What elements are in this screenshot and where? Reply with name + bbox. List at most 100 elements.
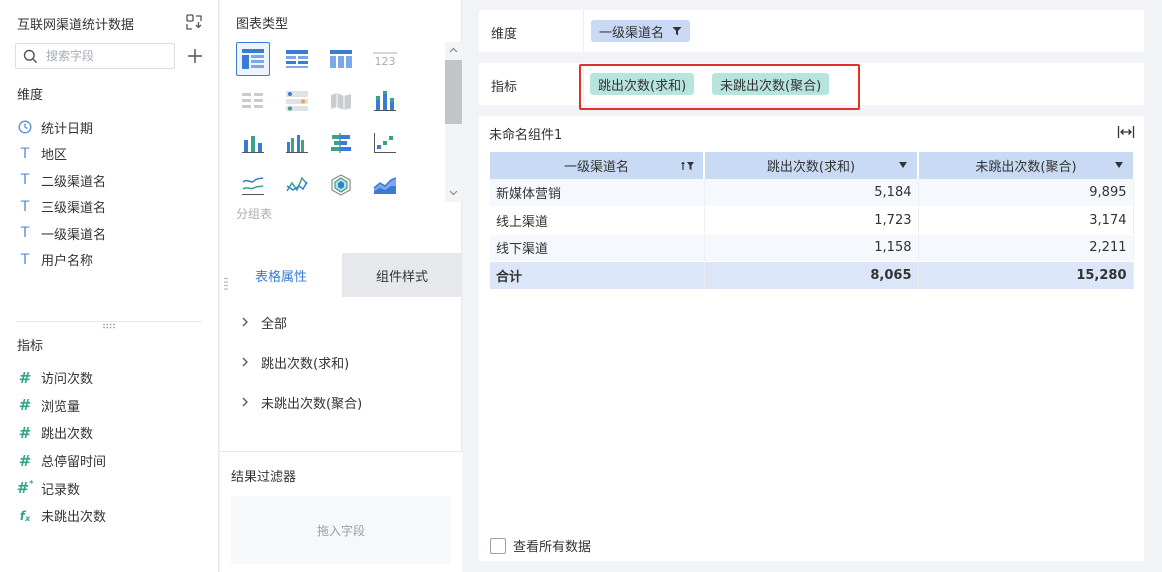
dimension-field-item[interactable]: T 一级渠道名 xyxy=(17,220,106,247)
table-row[interactable]: 线上渠道 1,723 3,174 xyxy=(490,206,1134,235)
cell-channel: 线下渠道 xyxy=(490,234,705,262)
dot-matrix-icon[interactable] xyxy=(280,84,314,118)
detail-table-icon[interactable] xyxy=(280,42,314,76)
data-table: 一级渠道名 跳出次数(求和) 未跳出次数(聚合) 新媒体营销 5,184 9,8… xyxy=(490,152,1134,290)
measure-field-item[interactable]: f x 未跳出次数 xyxy=(17,502,106,530)
table-row[interactable]: 新媒体营销 5,184 9,895 xyxy=(490,179,1134,207)
column-chart-icon[interactable] xyxy=(236,126,270,160)
text-field-icon: T xyxy=(20,172,30,189)
search-icon xyxy=(23,49,38,64)
checkbox-box[interactable] xyxy=(490,537,506,554)
widget-title[interactable]: 未命名组件1 xyxy=(489,124,562,143)
dimension-field-item[interactable]: 统计日期 xyxy=(17,114,106,141)
tab-table-properties[interactable]: 表格属性 xyxy=(220,253,342,297)
property-label: 全部 xyxy=(261,316,288,332)
sort-filter-icon[interactable] xyxy=(680,161,694,171)
cell-no-bounce: 9,895 xyxy=(918,179,1134,207)
hexagon-chart-icon[interactable] xyxy=(324,168,358,202)
field-label: 地区 xyxy=(41,148,68,164)
panel-splitter[interactable] xyxy=(16,321,202,322)
dimension-field-item[interactable]: T 用户名称 xyxy=(17,247,106,274)
dimension-field-item[interactable]: T 二级渠道名 xyxy=(17,167,106,194)
stacked-bar-icon[interactable] xyxy=(368,84,402,118)
map-icon[interactable] xyxy=(324,84,358,118)
column-header-label: 跳出次数(求和) xyxy=(766,160,856,175)
drag-handle-icon[interactable] xyxy=(102,323,116,329)
chevron-right-icon xyxy=(242,317,248,327)
measure-field-item[interactable]: # 浏览量 xyxy=(17,392,106,420)
chart-type-scrollbar[interactable] xyxy=(445,42,462,202)
dimension-shelf: 维度 一级渠道名 xyxy=(479,10,1144,52)
measure-field-item[interactable]: # 访问次数 xyxy=(17,364,106,392)
formula-icon: fx xyxy=(19,508,31,524)
search-input[interactable] xyxy=(46,47,166,65)
add-field-plus-icon[interactable] xyxy=(186,47,204,65)
dimension-field-list: 统计日期 T 地区 T 二级渠道名 T 三级渠道名 T 一级渠道名 T 用户名称 xyxy=(17,114,106,273)
hash-icon: # xyxy=(18,451,32,470)
chevron-right-icon xyxy=(242,397,248,407)
cell-total-bounce: 8,065 xyxy=(704,261,919,290)
dimension-field-item[interactable]: T 地区 xyxy=(17,141,106,168)
scrollbar-thumb[interactable] xyxy=(445,60,462,124)
measure-field-item[interactable]: # 总停留时间 xyxy=(17,447,106,475)
shelf-divider xyxy=(583,10,584,52)
horizontal-bar-icon[interactable] xyxy=(324,126,358,160)
table-row[interactable]: 线下渠道 1,158 2,211 xyxy=(490,234,1134,262)
field-label: 统计日期 xyxy=(41,121,94,137)
scroll-down-icon[interactable] xyxy=(449,188,458,197)
field-panel: 互联网渠道统计数据 维度 统计日期 T 地区 T 二级渠道名 T 三级渠道名 xyxy=(0,0,219,572)
property-item-all[interactable]: 全部 xyxy=(240,302,362,342)
grouped-column-icon[interactable] xyxy=(280,126,314,160)
cell-total-no-bounce: 15,280 xyxy=(918,261,1134,290)
hash-star-icon: # * xyxy=(16,478,34,498)
filter-drop-zone[interactable]: 拖入字段 xyxy=(231,496,451,564)
property-item-no-bounce-agg[interactable]: 未跳出次数(聚合) xyxy=(240,382,362,422)
column-header-no-bounce[interactable]: 未跳出次数(聚合) xyxy=(918,152,1133,179)
column-header-channel[interactable]: 一级渠道名 xyxy=(490,152,705,179)
hash-icon: # xyxy=(18,368,32,387)
filter-funnel-icon[interactable] xyxy=(672,26,682,36)
dropdown-triangle-icon[interactable] xyxy=(1114,161,1124,169)
switch-datasource-icon[interactable] xyxy=(185,13,203,31)
dropdown-triangle-icon[interactable] xyxy=(898,161,908,169)
kpi-number-icon[interactable]: 123 xyxy=(368,42,402,76)
column-header-bounce[interactable]: 跳出次数(求和) xyxy=(704,152,919,179)
field-label: 访问次数 xyxy=(41,372,94,388)
property-label: 跳出次数(求和) xyxy=(261,356,350,372)
highlight-annotation-box xyxy=(579,64,860,110)
tab-component-style[interactable]: 组件样式 xyxy=(342,253,462,297)
scatter-icon[interactable] xyxy=(368,126,402,160)
fit-width-icon[interactable] xyxy=(1117,125,1135,139)
text-field-icon: T xyxy=(20,225,30,242)
text-field-icon: T xyxy=(20,145,30,162)
dimension-pill[interactable]: 一级渠道名 xyxy=(591,20,691,42)
field-label: 浏览量 xyxy=(41,399,81,415)
area-chart-icon[interactable] xyxy=(368,168,402,202)
field-label: 总停留时间 xyxy=(41,455,107,471)
cell-bounce: 5,184 xyxy=(704,179,919,207)
view-all-data-checkbox[interactable]: 查看所有数据 xyxy=(490,536,591,555)
cell-total-label: 合计 xyxy=(490,261,705,290)
cell-no-bounce: 2,211 xyxy=(918,234,1134,262)
vertical-drag-handle-icon[interactable] xyxy=(224,277,228,291)
field-label: 三级渠道名 xyxy=(41,201,107,217)
group-table-icon[interactable] xyxy=(236,42,270,76)
measure-field-item[interactable]: # 跳出次数 xyxy=(17,419,106,447)
text-field-icon: T xyxy=(20,251,30,268)
measure-field-item[interactable]: # * 记录数 xyxy=(17,474,106,502)
measure-shelf-label: 指标 xyxy=(491,80,518,95)
cross-table-icon[interactable] xyxy=(324,42,358,76)
property-item-bounce-sum[interactable]: 跳出次数(求和) xyxy=(240,342,362,382)
field-label: 用户名称 xyxy=(41,254,94,270)
scroll-up-icon[interactable] xyxy=(449,46,458,55)
line-chart-icon[interactable] xyxy=(236,168,270,202)
search-field-box[interactable] xyxy=(15,43,175,69)
text-grid-icon[interactable] xyxy=(236,84,270,118)
radar-chart-icon[interactable] xyxy=(280,168,314,202)
dimension-shelf-label: 维度 xyxy=(491,27,518,42)
cell-channel: 新媒体营销 xyxy=(490,179,705,207)
field-label: 一级渠道名 xyxy=(41,227,107,243)
dimension-field-item[interactable]: T 三级渠道名 xyxy=(17,194,106,221)
view-all-data-label: 查看所有数据 xyxy=(513,540,592,555)
result-filter-title: 结果过滤器 xyxy=(231,470,297,485)
